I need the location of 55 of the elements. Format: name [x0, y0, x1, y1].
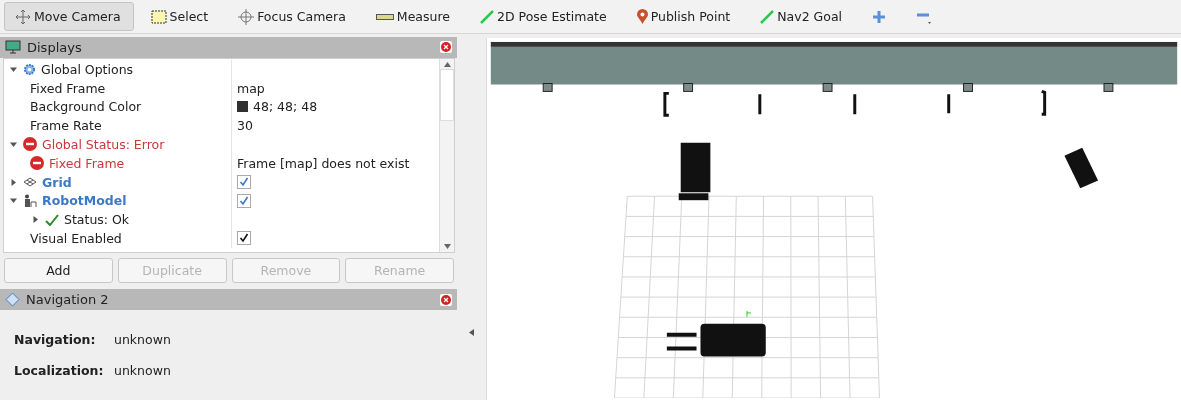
- property-value: Frame [map] does not exist: [237, 155, 410, 171]
- tree-item-label[interactable]: Visual Enabled: [30, 230, 122, 246]
- property-value: 48; 48; 48: [253, 99, 318, 115]
- tool-button[interactable]: Focus Camera: [227, 2, 359, 31]
- crosshair-icon: [238, 8, 255, 25]
- panel-button[interactable]: Add: [4, 258, 113, 284]
- monitor-icon: [5, 40, 21, 55]
- panel-title: Navigation 2: [26, 292, 110, 308]
- close-icon[interactable]: [440, 41, 453, 54]
- scrollbar-thumb[interactable]: [440, 68, 455, 121]
- tree-item-label[interactable]: RobotModel: [42, 193, 127, 209]
- tool-button[interactable]: Select: [139, 2, 222, 31]
- error-icon: [30, 156, 44, 171]
- move-camera-icon: [15, 8, 31, 25]
- collapse-arrow-icon[interactable]: [469, 328, 475, 336]
- tool-button[interactable]: Nav2 Goal: [749, 2, 856, 31]
- tree-item-label[interactable]: Global Options: [41, 61, 134, 77]
- status-label: Localization:: [14, 363, 105, 378]
- tree-item-label[interactable]: Background Color: [30, 99, 142, 115]
- checkmark-icon: [45, 213, 59, 226]
- robot-icon: [23, 193, 37, 208]
- tree-item-label[interactable]: Global Status: Error: [42, 137, 165, 152]
- tool-button[interactable]: Move Camera: [4, 2, 134, 31]
- tree-item-label[interactable]: Grid: [42, 174, 72, 190]
- status-value: unknown: [114, 363, 171, 378]
- grid-icon: [23, 177, 37, 188]
- checkbox[interactable]: [237, 175, 251, 190]
- error-icon: [23, 137, 37, 152]
- close-icon[interactable]: [440, 293, 453, 306]
- property-value: 30: [237, 118, 253, 134]
- checkbox[interactable]: [237, 193, 251, 208]
- select-icon: [150, 9, 167, 24]
- tree-item-label[interactable]: Status: Ok: [64, 212, 130, 228]
- plus-icon: [872, 9, 887, 24]
- status-label: Navigation:: [14, 332, 97, 347]
- expanded-arrow-icon[interactable]: [9, 141, 17, 148]
- gear-icon: [23, 62, 36, 76]
- status-value: unknown: [114, 332, 171, 347]
- diamond-icon: [5, 292, 20, 308]
- scroll-down-icon[interactable]: [443, 244, 451, 250]
- tool-button[interactable]: 2D Pose Estimate: [469, 2, 620, 31]
- tool-button[interactable]: Measure: [364, 2, 463, 31]
- expanded-arrow-icon[interactable]: [9, 65, 17, 73]
- panel-title: Displays: [27, 39, 83, 55]
- map-pin-icon: [636, 9, 648, 24]
- collapsed-arrow-icon[interactable]: [9, 178, 17, 186]
- checkbox[interactable]: [237, 231, 251, 246]
- tool-button[interactable]: Publish Point: [625, 2, 744, 31]
- expanded-arrow-icon[interactable]: [9, 197, 17, 205]
- tree-item-label[interactable]: Fixed Frame: [30, 80, 106, 96]
- tree-item-label[interactable]: Frame Rate: [30, 118, 102, 134]
- property-value: map: [237, 80, 265, 96]
- ruler-icon: [375, 12, 394, 21]
- tree-item-label[interactable]: Fixed Frame: [49, 155, 125, 171]
- collapsed-arrow-icon[interactable]: [31, 216, 39, 224]
